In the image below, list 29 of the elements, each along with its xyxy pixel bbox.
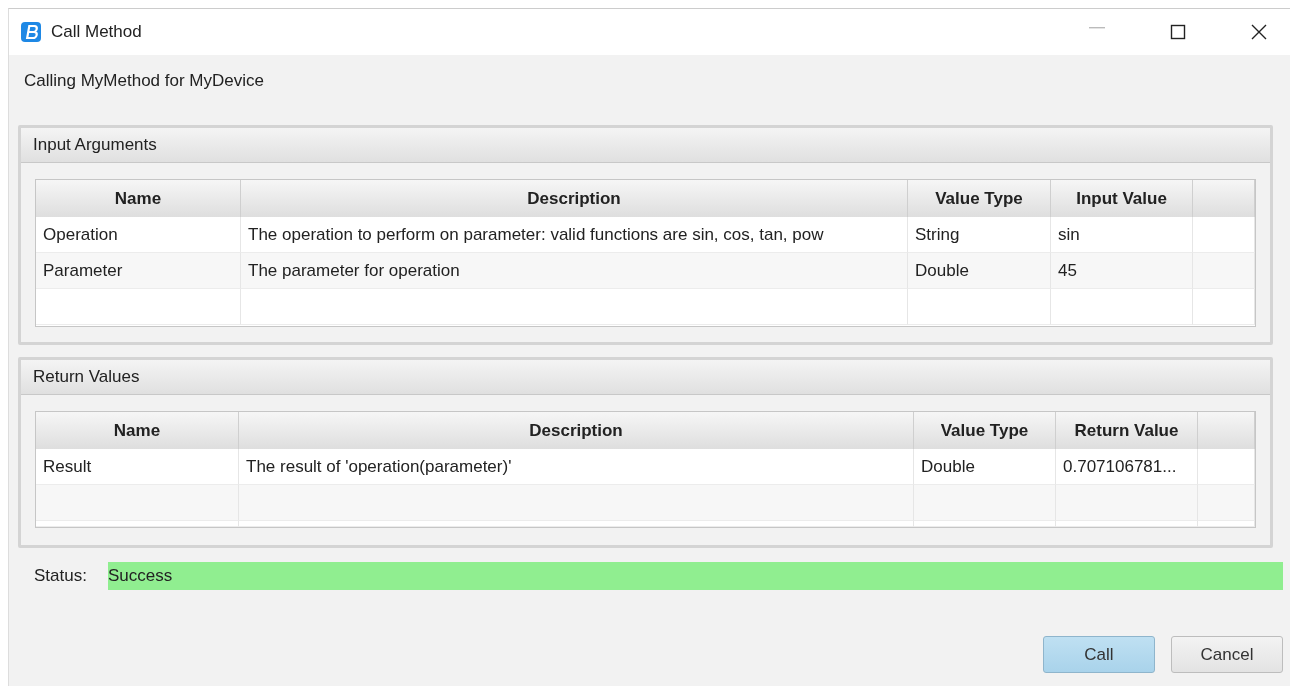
column-header: Value Type <box>914 412 1056 449</box>
table-cell: The operation to perform on parameter: valid functions are sin, cos, tan, pow <box>241 217 908 253</box>
column-header: Value Type <box>908 180 1051 217</box>
table-cell: 45 <box>1051 253 1193 289</box>
close-button[interactable] <box>1251 24 1267 40</box>
status-value: Success <box>108 562 1283 590</box>
table-cell: Operation <box>36 217 241 253</box>
table-cell: 0.707106781... <box>1056 449 1198 485</box>
window-title: Call Method <box>51 22 142 42</box>
table-cell: String <box>908 217 1051 253</box>
table-cell: The parameter for operation <box>241 253 908 289</box>
column-header: Name <box>36 412 239 449</box>
status-label: Status: <box>34 566 88 586</box>
column-header: Description <box>241 180 908 217</box>
table-cell: Parameter <box>36 253 241 289</box>
table-cell: The result of 'operation(parameter)' <box>239 449 914 485</box>
column-header: Name <box>36 180 241 217</box>
table-cell: sin <box>1051 217 1193 253</box>
column-header: Input Value <box>1051 180 1193 217</box>
column-header: Description <box>239 412 914 449</box>
table-cell: Result <box>36 449 239 485</box>
table-cell: Double <box>908 253 1051 289</box>
call-button[interactable]: Call <box>1043 636 1155 673</box>
maximize-button[interactable] <box>1170 24 1186 40</box>
column-header: Return Value <box>1056 412 1198 449</box>
table-cell: Double <box>914 449 1056 485</box>
dialog-subtitle: Calling MyMethod for MyDevice <box>24 71 265 92</box>
cancel-button[interactable]: Cancel <box>1171 636 1283 673</box>
app-logo-icon <box>21 22 41 42</box>
